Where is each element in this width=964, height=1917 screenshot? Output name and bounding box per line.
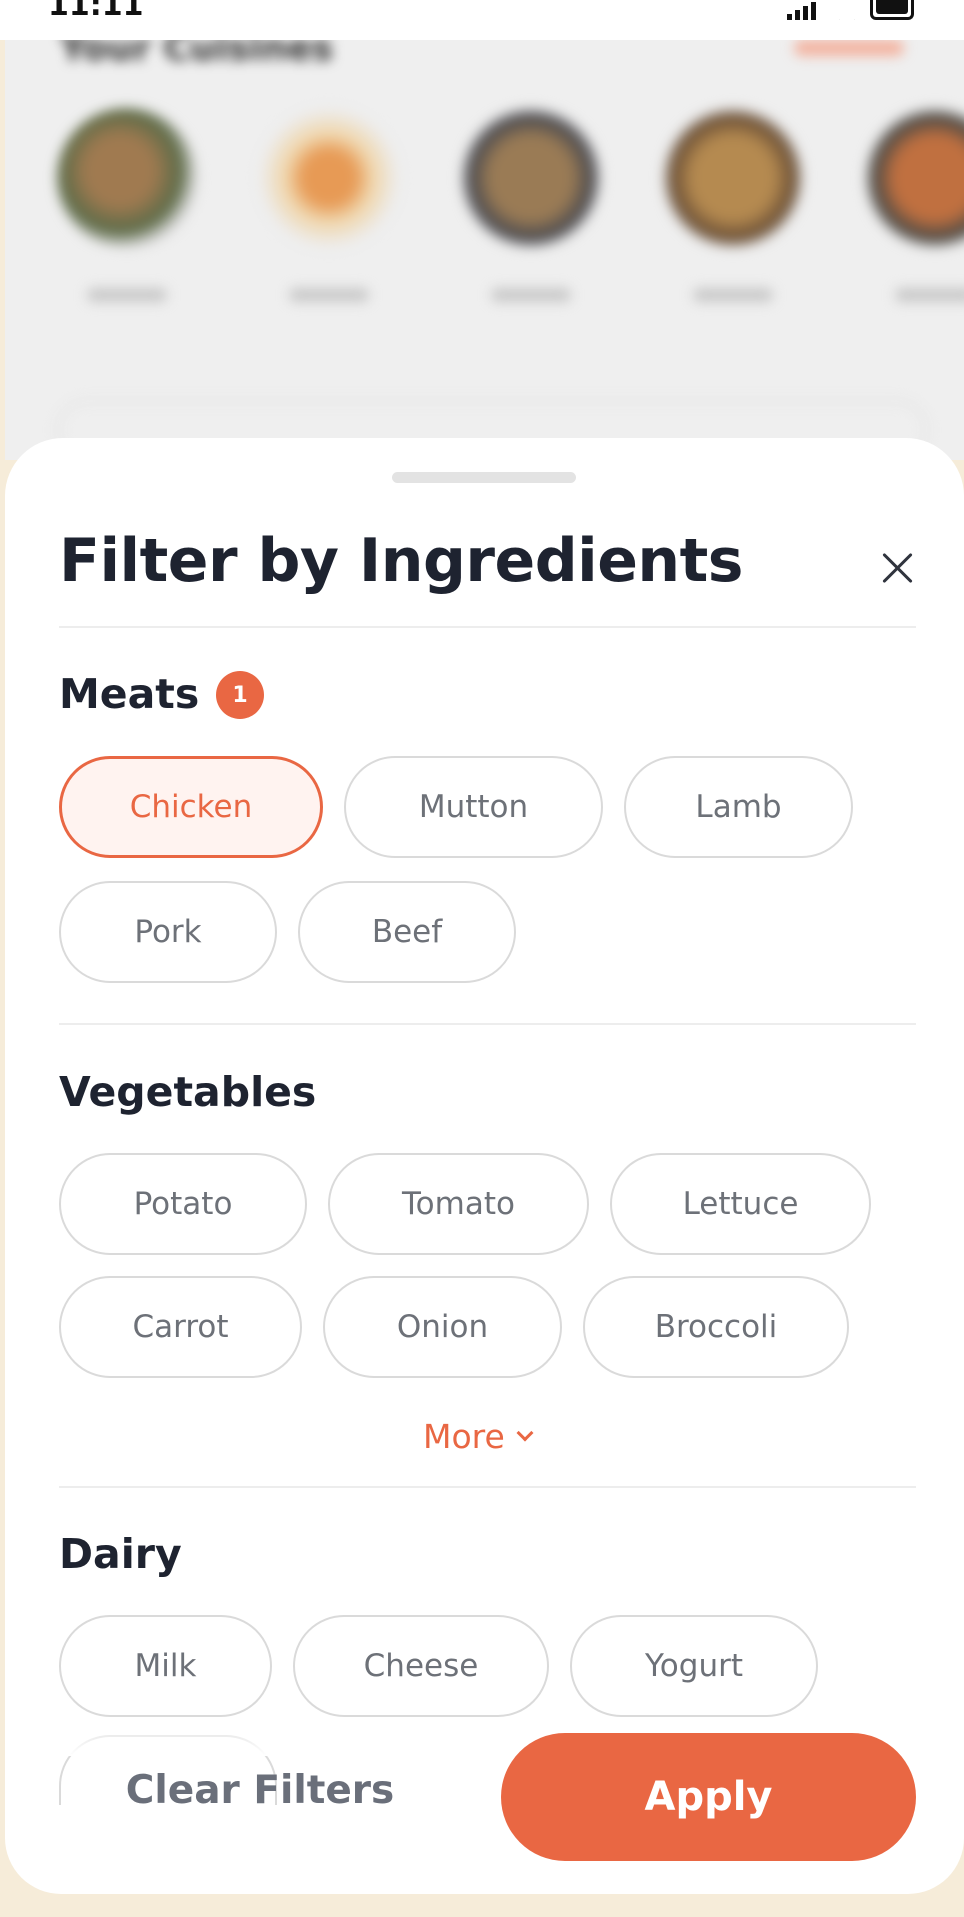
status-bar: 11:11 (0, 0, 964, 40)
chip-cheese[interactable]: Cheese (293, 1615, 549, 1717)
divider (59, 1023, 916, 1025)
clear-filters-button[interactable]: Clear Filters (95, 1758, 425, 1822)
chip-onion[interactable]: Onion (323, 1276, 562, 1378)
chip-mutton[interactable]: Mutton (344, 756, 603, 858)
chip-carrot[interactable]: Carrot (59, 1276, 302, 1378)
wifi-icon (828, 2, 858, 20)
chip-broccoli[interactable]: Broccoli (583, 1276, 849, 1378)
cuisine-image (57, 108, 197, 248)
cuisine-label (491, 288, 571, 302)
cuisine-image (663, 108, 803, 248)
close-icon[interactable] (875, 546, 919, 590)
section-title-vegetables: Vegetables (59, 1068, 317, 1116)
cuisine-label (895, 288, 964, 302)
chip-yogurt[interactable]: Yogurt (570, 1615, 818, 1717)
filter-bottom-sheet: Filter by Ingredients Meats 1 Chicken Mu… (5, 438, 964, 1894)
chevron-down-icon (516, 1424, 534, 1442)
more-vegetables-button[interactable]: More (423, 1413, 534, 1459)
background-see-all (794, 40, 904, 56)
cuisine-image (461, 108, 601, 248)
cuisine-list (57, 108, 964, 302)
app-screen: 11:11 Your Cuisines Filter by Ingredient… (0, 0, 964, 1917)
background-screen: Your Cuisines (5, 28, 964, 460)
cuisine-image (259, 108, 399, 248)
cuisine-item (461, 108, 601, 302)
cuisine-item (865, 108, 964, 302)
cuisine-item (57, 108, 197, 302)
cuisine-label (289, 288, 369, 302)
status-time: 11:11 (48, 0, 144, 23)
chip-lamb[interactable]: Lamb (624, 756, 853, 858)
cuisine-item (259, 108, 399, 302)
chip-milk[interactable]: Milk (59, 1615, 272, 1717)
meats-count-badge: 1 (216, 671, 264, 719)
cuisine-image (865, 108, 964, 248)
apply-button[interactable]: Apply (501, 1733, 916, 1861)
section-title-dairy: Dairy (59, 1530, 182, 1578)
chip-beef[interactable]: Beef (298, 881, 516, 983)
signal-icon (787, 2, 816, 20)
sheet-grabber[interactable] (392, 472, 576, 483)
chip-pork[interactable]: Pork (59, 881, 277, 983)
cuisine-label (87, 288, 167, 302)
divider (59, 626, 916, 628)
status-icons (787, 0, 914, 20)
cuisine-label (693, 288, 773, 302)
chip-potato[interactable]: Potato (59, 1153, 307, 1255)
chip-tomato[interactable]: Tomato (328, 1153, 589, 1255)
divider (59, 1486, 916, 1488)
sheet-title: Filter by Ingredients (59, 526, 744, 596)
cuisine-item (663, 108, 803, 302)
battery-icon (870, 0, 914, 20)
section-title-meats: Meats (59, 670, 200, 718)
chip-lettuce[interactable]: Lettuce (610, 1153, 871, 1255)
chip-chicken[interactable]: Chicken (59, 756, 323, 858)
more-label: More (423, 1416, 505, 1456)
